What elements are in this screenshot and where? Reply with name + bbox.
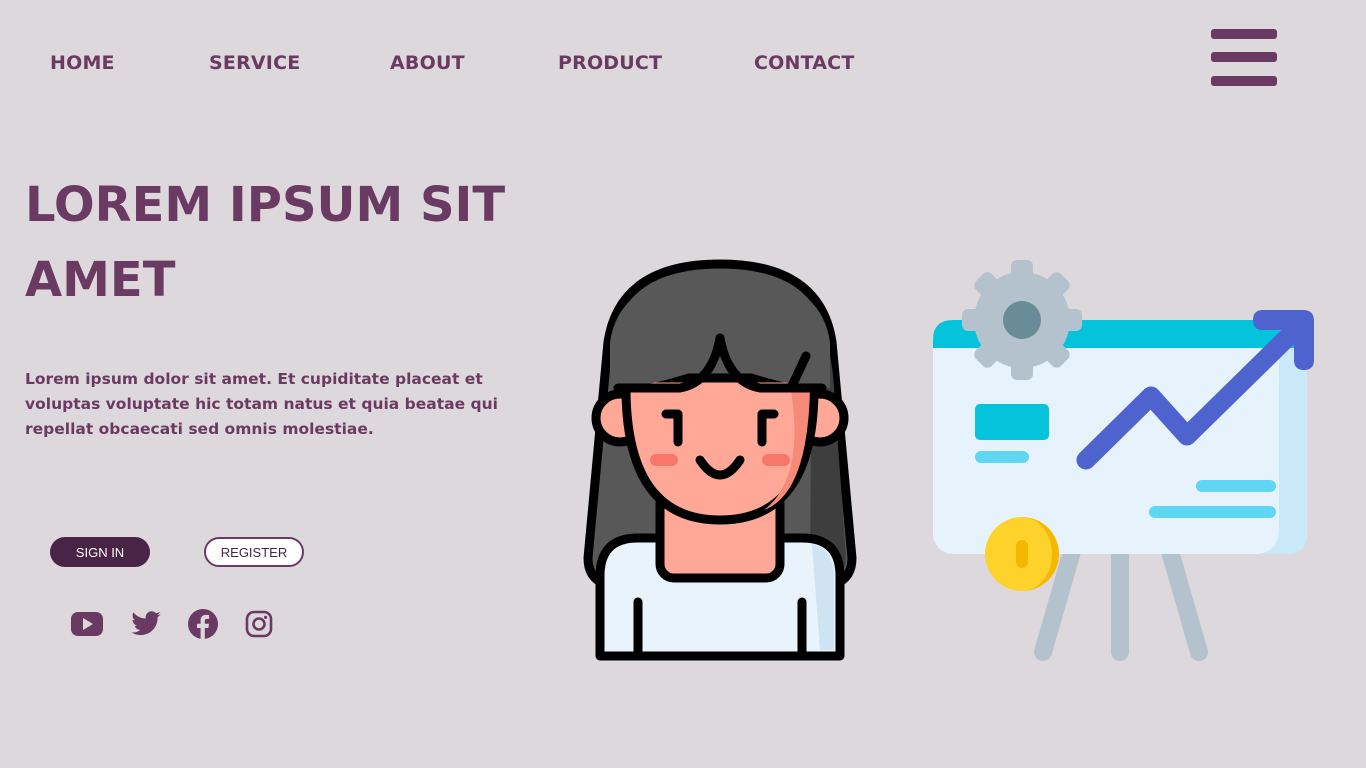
register-button[interactable]: REGISTER xyxy=(204,537,304,567)
instagram-icon[interactable] xyxy=(242,608,276,640)
nav-home[interactable]: HOME xyxy=(50,52,115,74)
hero-title: LOREM IPSUM SIT AMET xyxy=(25,177,506,308)
youtube-icon[interactable] xyxy=(70,608,104,640)
hero-description: Lorem ipsum dolor sit amet. Et cupiditat… xyxy=(25,370,498,438)
woman-avatar-illustration xyxy=(580,258,860,664)
facebook-icon[interactable] xyxy=(186,608,220,640)
nav-product[interactable]: PRODUCT xyxy=(558,52,662,74)
sign-in-button[interactable]: SIGN IN xyxy=(50,537,150,567)
twitter-icon[interactable] xyxy=(129,608,163,640)
hamburger-menu-icon[interactable] xyxy=(1210,28,1278,88)
growth-chart-presentation-board-illustration xyxy=(925,258,1320,664)
nav-about[interactable]: ABOUT xyxy=(390,52,465,74)
nav-service[interactable]: SERVICE xyxy=(209,52,300,74)
nav-contact[interactable]: CONTACT xyxy=(754,52,855,74)
